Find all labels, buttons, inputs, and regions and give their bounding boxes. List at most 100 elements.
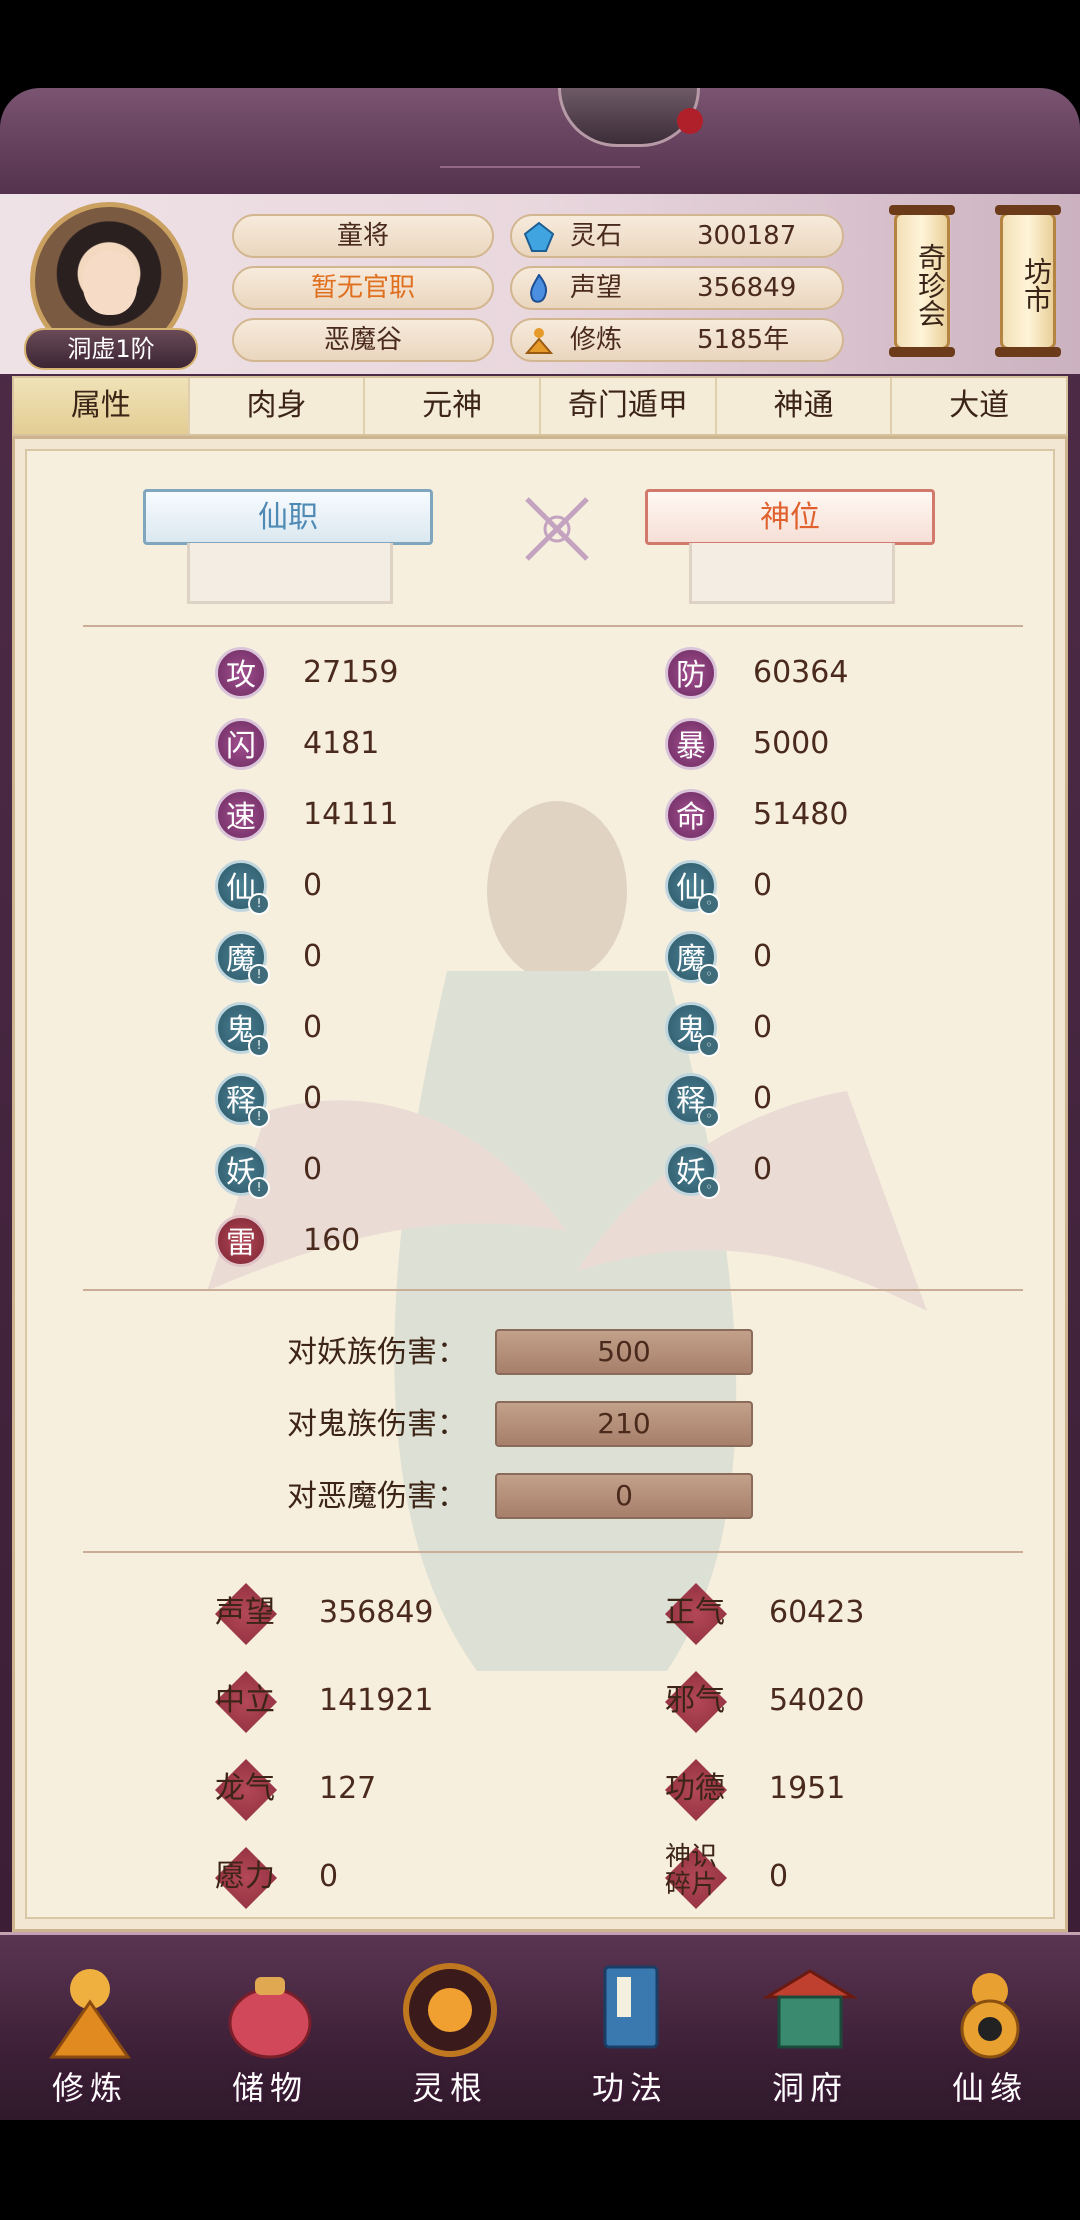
stat-value: 0: [303, 939, 323, 974]
gourd-icon: [960, 1973, 1020, 2059]
stat-value: 0: [753, 1081, 773, 1116]
pavilion-icon: [761, 1969, 859, 2049]
stat-badge: 释!: [215, 1073, 270, 1128]
sword-mini-icon: !: [248, 964, 270, 986]
shield-mini-icon: ◦: [698, 1177, 720, 1199]
shield-mini-icon: ◦: [698, 1035, 720, 1057]
tab-skills[interactable]: 神通: [717, 378, 893, 434]
immortal-office-banner[interactable]: 仙职: [143, 489, 433, 545]
rep-value: 1951: [769, 1771, 846, 1806]
stat-badge: 攻: [215, 647, 267, 699]
stat-badge: 雷: [215, 1215, 267, 1267]
divine-rank-slot[interactable]: [689, 543, 895, 604]
stat-badge: 魔!: [215, 931, 270, 986]
resource-value: 356849: [697, 273, 797, 303]
rep-label: 功德: [665, 1771, 725, 1806]
system-bottom-bar: [0, 2120, 1080, 2220]
nav-label: 灵根: [411, 2069, 488, 2107]
tab-spirit[interactable]: 元神: [365, 378, 542, 434]
avatar-face: [83, 251, 137, 315]
meditation-icon: [524, 328, 554, 354]
attributes-panel-inner: 仙职 神位 攻 27159 闪 4181 速 14111 仙! 0 魔! 0 鬼…: [25, 449, 1055, 1919]
sword-mini-icon: !: [248, 1035, 270, 1057]
book-icon: [603, 1965, 659, 2049]
treasure-shop-scroll[interactable]: 奇珍会: [889, 205, 955, 357]
resource-label: 声望: [570, 273, 623, 303]
stat-badge: 释 ◦: [665, 1073, 720, 1128]
stat-value: 0: [303, 1152, 323, 1187]
shield-mini-icon: ◦: [698, 1106, 720, 1128]
spirit-root-icon: [403, 1963, 497, 2057]
nav-label: 修炼: [51, 2069, 128, 2107]
stat-value: 60364: [753, 655, 849, 690]
stat-value: 160: [303, 1223, 361, 1258]
nav-storage[interactable]: 储物: [180, 1935, 360, 2123]
stat-badge: 仙!: [215, 860, 270, 915]
rep-label: 正气: [665, 1595, 725, 1630]
nav-label: 储物: [231, 2069, 308, 2107]
section-divider: [83, 1551, 1023, 1553]
tab-attributes[interactable]: 属性: [14, 378, 190, 434]
nav-label: 洞府: [771, 2069, 848, 2107]
nav-techniques[interactable]: 功法: [540, 1935, 720, 2123]
immortal-office-slot[interactable]: [187, 543, 393, 604]
stat-badge: 鬼!: [215, 1002, 270, 1057]
tab-bar: 属性 肉身 元神 奇门遁甲 神通 大道: [12, 376, 1068, 436]
blue-flame-icon: [530, 274, 548, 303]
resource-label: 灵石: [570, 221, 623, 251]
divine-rank-banner[interactable]: 神位: [645, 489, 935, 545]
stat-value: 0: [753, 1010, 773, 1045]
rep-value: 356849: [319, 1595, 434, 1630]
stat-badge: 妖!: [215, 1144, 270, 1199]
shield-mini-icon: ◦: [698, 964, 720, 986]
realm-badge: 洞虚1阶: [24, 328, 198, 370]
cultivation-pill[interactable]: 修炼 5185年: [510, 318, 844, 362]
reputation-pill[interactable]: 声望 356849: [510, 266, 844, 310]
rep-label: 中立: [215, 1683, 275, 1718]
character-artwork: [207, 801, 927, 1671]
bag-icon: [228, 1977, 312, 2059]
damage-label: 对妖族伤害：: [287, 1335, 467, 1370]
rep-value: 54020: [769, 1683, 865, 1718]
nav-fate[interactable]: 仙缘: [900, 1935, 1080, 2123]
crossed-swords-icon: [525, 497, 589, 561]
rep-label: 邪气: [665, 1683, 725, 1718]
top-divider-ornament: [440, 166, 640, 178]
tab-qimen[interactable]: 奇门遁甲: [541, 378, 717, 434]
nav-label: 功法: [591, 2069, 668, 2107]
stat-badge: 妖 ◦: [665, 1144, 720, 1199]
red-dot-icon: [677, 108, 703, 134]
spirit-stone-pill[interactable]: 灵石 300187: [510, 214, 844, 258]
rep-label: 声望: [215, 1595, 275, 1630]
rep-value: 127: [319, 1771, 377, 1806]
stat-badge: 闪: [215, 718, 267, 770]
damage-value: 0: [495, 1473, 753, 1519]
nav-cultivate[interactable]: 修炼: [0, 1935, 180, 2123]
rep-label: 愿力: [215, 1859, 275, 1894]
rep-value: 0: [769, 1859, 789, 1894]
stat-badge: 命: [665, 789, 717, 841]
tab-body[interactable]: 肉身: [190, 378, 366, 434]
damage-value: 210: [495, 1401, 753, 1447]
rep-label: 龙气: [215, 1771, 275, 1806]
resource-value: 5185年: [697, 325, 790, 355]
office-pill[interactable]: 暂无官职: [232, 266, 494, 310]
nav-cave-dwelling[interactable]: 洞府: [720, 1935, 900, 2123]
tab-dao[interactable]: 大道: [892, 378, 1066, 434]
damage-label: 对恶魔伤害：: [287, 1479, 467, 1514]
rep-value: 0: [319, 1859, 339, 1894]
nav-spirit-root[interactable]: 灵根: [360, 1935, 540, 2123]
location-pill[interactable]: 恶魔谷: [232, 318, 494, 362]
stat-badge: 暴: [665, 718, 717, 770]
stat-value: 14111: [303, 797, 399, 832]
rep-label: 神识碎片: [665, 1842, 718, 1900]
bottom-nav: 修炼 储物 灵根 功法 洞府 仙缘: [0, 1932, 1080, 2123]
rep-value: 60423: [769, 1595, 865, 1630]
stat-value: 0: [303, 1010, 323, 1045]
damage-value: 500: [495, 1329, 753, 1375]
market-scroll[interactable]: 坊市: [995, 205, 1061, 357]
stat-value: 0: [753, 1152, 773, 1187]
player-header: 洞虚1阶 童将 暂无官职 恶魔谷 灵石 300187 声望 356849 修炼 …: [0, 194, 1080, 374]
stat-badge: 速: [215, 789, 267, 841]
resource-label: 修炼: [570, 325, 623, 355]
